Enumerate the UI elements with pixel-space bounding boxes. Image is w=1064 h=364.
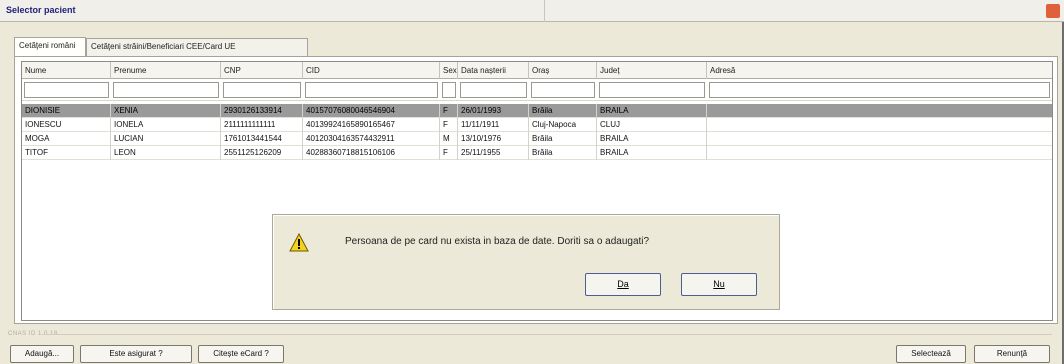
cell-cnp: 2930126133914	[221, 104, 303, 118]
cell-cid: 40157076080046546904	[303, 104, 440, 118]
patient-selector-window: Selector pacient Cetăţeni români Cetăţen…	[0, 0, 1064, 364]
cell-prenume: XENIA	[111, 104, 221, 118]
filter-county-input[interactable]	[599, 82, 705, 98]
cell-county: CLUJ	[597, 118, 707, 132]
confirm-dialog: Persoana de pe card nu exista in baza de…	[272, 214, 780, 310]
cell-sex: F	[440, 146, 458, 160]
dialog-message: Persoana de pe card nu exista in baza de…	[345, 236, 650, 247]
cell-city: Brăila	[529, 146, 597, 160]
cell-nume: TITOF	[22, 146, 111, 160]
filter-sex-input[interactable]	[442, 82, 456, 98]
cell-cid: 40120304163574432911	[303, 132, 440, 146]
cell-nume: DIONISIE	[22, 104, 111, 118]
title-divider	[544, 0, 545, 22]
filter-row	[22, 79, 1052, 101]
column-header-cnp[interactable]: CNP	[221, 62, 303, 79]
filter-address-input[interactable]	[709, 82, 1050, 98]
table-row[interactable]: MOGA LUCIAN 1761013441544 40120304163574…	[22, 132, 1052, 146]
select-button[interactable]: Selectează	[896, 345, 966, 363]
column-header-city[interactable]: Oraș	[529, 62, 597, 79]
column-header-nume[interactable]: Nume	[22, 62, 111, 79]
filter-cnp-input[interactable]	[223, 82, 301, 98]
cancel-button[interactable]: Renunţă	[974, 345, 1050, 363]
add-button[interactable]: Adaugă...	[10, 345, 74, 363]
column-header-county[interactable]: Județ	[597, 62, 707, 79]
cell-sex: F	[440, 118, 458, 132]
title-bar[interactable]: Selector pacient	[0, 0, 1064, 22]
filter-nume-input[interactable]	[24, 82, 109, 98]
cell-nume: IONESCU	[22, 118, 111, 132]
column-header-sex[interactable]: Sex	[440, 62, 458, 79]
filter-birthdate-input[interactable]	[460, 82, 527, 98]
cell-cid: 40139924165890165467	[303, 118, 440, 132]
cell-birthdate: 11/11/1911	[458, 118, 529, 132]
cell-county: BRAILA	[597, 146, 707, 160]
cell-cnp: 1761013441544	[221, 132, 303, 146]
filter-city-input[interactable]	[531, 82, 595, 98]
cell-address	[707, 118, 1052, 132]
yes-button-label: Da	[617, 279, 629, 289]
cell-birthdate: 26/01/1993	[458, 104, 529, 118]
warning-icon	[289, 233, 309, 252]
cell-sex: F	[440, 104, 458, 118]
status-divider	[42, 334, 1052, 335]
table-row[interactable]: DIONISIE XENIA 2930126133914 40157076080…	[22, 104, 1052, 118]
cell-city: Cluj-Napoca	[529, 118, 597, 132]
cell-address	[707, 104, 1052, 118]
cell-address	[707, 146, 1052, 160]
cell-county: BRAILA	[597, 132, 707, 146]
cell-prenume: LUCIAN	[111, 132, 221, 146]
cell-sex: M	[440, 132, 458, 146]
close-icon[interactable]	[1046, 4, 1060, 18]
cell-county: BRAILA	[597, 104, 707, 118]
cell-cid: 40288360718815106106	[303, 146, 440, 160]
column-header-cid[interactable]: CID	[303, 62, 440, 79]
cell-birthdate: 25/11/1955	[458, 146, 529, 160]
filter-cid-input[interactable]	[305, 82, 438, 98]
column-header-address[interactable]: Adresă	[707, 62, 1052, 79]
tab-romanian-citizens[interactable]: Cetăţeni români	[14, 37, 86, 56]
cell-prenume: IONELA	[111, 118, 221, 132]
no-button-label: Nu	[713, 279, 725, 289]
yes-button[interactable]: Da	[585, 273, 661, 296]
cell-birthdate: 13/10/1976	[458, 132, 529, 146]
window-title: Selector pacient	[6, 5, 76, 15]
cell-address	[707, 132, 1052, 146]
column-header-prenume[interactable]: Prenume	[111, 62, 221, 79]
table-row[interactable]: IONESCU IONELA 2111111111111 40139924165…	[22, 118, 1052, 132]
no-button[interactable]: Nu	[681, 273, 757, 296]
cell-prenume: LEON	[111, 146, 221, 160]
grid-header: Nume Prenume CNP CID Sex Data nașterii O…	[22, 62, 1052, 79]
cell-nume: MOGA	[22, 132, 111, 146]
table-row[interactable]: TITOF LEON 2551125126209 402883607188151…	[22, 146, 1052, 160]
cell-cnp: 2551125126209	[221, 146, 303, 160]
tab-foreign-citizens[interactable]: Cetăţeni străini/Beneficiari CEE/Card UE	[86, 38, 308, 56]
cell-city: Brăila	[529, 104, 597, 118]
cell-cnp: 2111111111111	[221, 118, 303, 132]
is-insured-button[interactable]: Este asigurat ?	[80, 345, 192, 363]
cell-city: Brăila	[529, 132, 597, 146]
filter-prenume-input[interactable]	[113, 82, 219, 98]
read-ecard-button[interactable]: Citește eCard ?	[198, 345, 284, 363]
column-header-birthdate[interactable]: Data nașterii	[458, 62, 529, 79]
